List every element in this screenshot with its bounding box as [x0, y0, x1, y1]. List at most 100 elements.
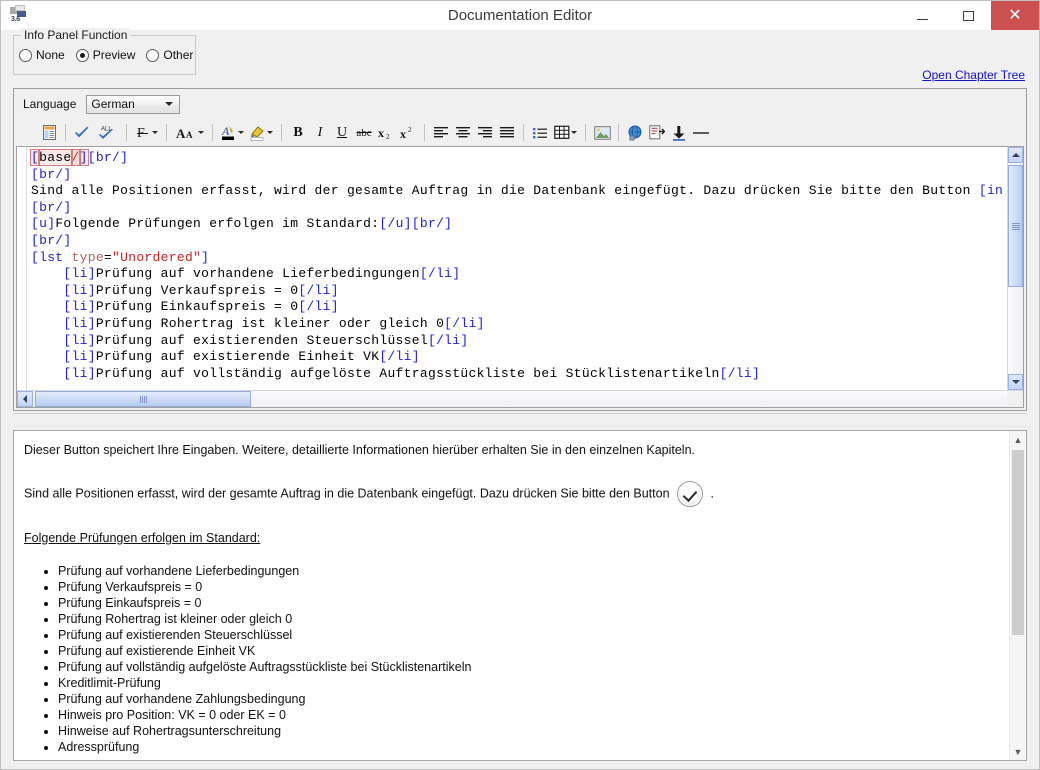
align-right-icon[interactable]: [474, 122, 496, 143]
superscript-icon[interactable]: x 2: [397, 122, 419, 143]
code-token: Prüfung auf vollständig aufgelöste Auftr…: [95, 365, 720, 381]
subscript-icon[interactable]: x 2: [375, 122, 397, 143]
insert-link-icon[interactable]: [624, 122, 646, 143]
close-icon: ✕: [1008, 6, 1022, 24]
font-icon[interactable]: F: [132, 122, 154, 143]
client-area: Info Panel Function None Preview Other O…: [1, 28, 1039, 769]
panel-splitter[interactable]: [13, 413, 1027, 427]
radio-option-preview[interactable]: Preview: [75, 48, 135, 62]
code-hscroll-thumb[interactable]: [35, 391, 251, 407]
code-vscroll-track[interactable]: [1008, 163, 1023, 374]
code-token: [/li]: [419, 266, 461, 282]
radio-icon-none: [19, 48, 32, 62]
preview-paragraph-2: Sind alle Positionen erfasst, wird der g…: [24, 481, 995, 508]
code-token: [li]: [63, 266, 96, 282]
radio-icon-preview: [75, 48, 89, 62]
font-size-icon[interactable]: A A: [172, 122, 200, 143]
preview-vertical-scrollbar[interactable]: ▲ ▼: [1009, 431, 1026, 760]
bullet-list-icon[interactable]: [529, 122, 551, 143]
minimize-icon: [916, 18, 928, 20]
svg-text:A: A: [221, 124, 230, 138]
preview-vscroll-thumb[interactable]: [1012, 450, 1024, 635]
document-properties-icon[interactable]: [38, 122, 60, 143]
code-text-area[interactable]: [base/][br/] [br/] Sind alle Positionen er…: [27, 147, 1007, 390]
code-token: [lst: [31, 249, 72, 265]
italic-icon[interactable]: I: [309, 122, 331, 143]
code-token: [/li]: [427, 332, 469, 348]
font-color-icon[interactable]: A: [218, 122, 240, 143]
code-horizontal-scrollbar[interactable]: [17, 390, 1023, 407]
svg-text:x: x: [378, 126, 384, 140]
code-main: [base/][br/] [br/] Sind alle Positionen er…: [17, 147, 1023, 390]
spellcheck-all-icon[interactable]: ALL: [93, 122, 121, 143]
spellcheck-icon[interactable]: [71, 122, 93, 143]
code-token: [: [29, 149, 41, 166]
underline-icon[interactable]: U: [331, 122, 353, 143]
code-line: [u]Folgende Prüfungen erfolgen im Standa…: [31, 216, 1007, 233]
align-justify-icon[interactable]: [496, 122, 518, 143]
radio-option-none[interactable]: None: [19, 48, 65, 62]
radio-label-other: Other: [163, 48, 194, 62]
align-left-icon[interactable]: [430, 122, 452, 143]
scroll-up-button[interactable]: [1008, 147, 1023, 163]
editor-panel: Language German ALL F A A A B I U abc x …: [13, 88, 1027, 411]
list-item: Hinweise auf Rohertragsunterschreitung: [58, 723, 995, 739]
code-line: [li]Prüfung Rohertrag ist kleiner oder g…: [31, 316, 1007, 333]
code-vertical-scrollbar[interactable]: [1007, 147, 1023, 390]
code-vscroll-thumb[interactable]: [1008, 165, 1023, 287]
code-token: [li]: [63, 299, 96, 315]
language-row: Language German: [14, 89, 1026, 119]
code-token: Prüfung auf existierenden Steuerschlüsse…: [95, 332, 428, 348]
code-token: Prüfung Verkaufspreis = 0: [95, 282, 299, 298]
code-line: [br/]: [31, 167, 1007, 184]
scroll-down-button[interactable]: [1008, 374, 1023, 390]
code-token: Prüfung auf existierende Einheit VK: [95, 349, 380, 365]
top-strip: Info Panel Function None Preview Other O…: [1, 28, 1039, 88]
italic-label: I: [317, 124, 323, 140]
anchor-icon[interactable]: [668, 122, 690, 143]
preview-bullet-list: Prüfung auf vorhandene Lieferbedingungen…: [24, 563, 995, 755]
code-token: [/u]: [379, 216, 412, 232]
chevron-left-icon: [23, 395, 27, 403]
formatting-toolbar: ALL F A A A B I U abc x 2 x 2: [14, 119, 1026, 146]
grip-icon: [139, 395, 147, 403]
code-token: [/li]: [298, 282, 339, 298]
source-code-editor[interactable]: [base/][br/] [br/] Sind alle Positionen er…: [16, 146, 1024, 408]
highlight-color-icon[interactable]: [247, 122, 269, 143]
chevron-down-icon: [1011, 380, 1020, 384]
code-line: [base/][br/]: [29, 149, 1007, 167]
preview-scroll-down-button[interactable]: ▼: [1010, 743, 1026, 760]
svg-text:x: x: [400, 127, 406, 141]
table-icon[interactable]: [551, 122, 573, 143]
insert-image-icon[interactable]: [591, 122, 613, 143]
code-token: [li]: [63, 332, 96, 348]
code-line: [li]Prüfung auf existierenden Steuerschl…: [31, 333, 1007, 350]
radio-option-other[interactable]: Other: [146, 48, 193, 62]
preview-vscroll-track[interactable]: [1010, 448, 1026, 743]
code-hscroll-track[interactable]: [33, 391, 1007, 407]
scroll-left-button[interactable]: [17, 391, 33, 407]
code-line: [li]Prüfung Verkaufspreis = 0[/li]: [31, 283, 1007, 300]
checkmark-circle-icon: [677, 481, 704, 508]
maximize-button[interactable]: [945, 1, 991, 30]
list-item: Adressprüfung: [58, 739, 995, 755]
preview-paragraph-1: Dieser Button speichert Ihre Eingaben. W…: [24, 443, 696, 457]
language-select[interactable]: German: [86, 94, 181, 114]
preview-scroll-up-button[interactable]: ▲: [1010, 431, 1026, 448]
bold-icon[interactable]: B: [287, 122, 309, 143]
horizontal-rule-icon[interactable]: [690, 122, 712, 143]
app-version-badge: 3.6: [11, 16, 20, 23]
minimize-button[interactable]: [899, 1, 945, 30]
svg-text:A: A: [176, 126, 186, 141]
close-button[interactable]: ✕: [991, 1, 1039, 30]
strikethrough-icon[interactable]: abc: [353, 122, 375, 143]
toolbar-separator: [281, 124, 282, 141]
open-chapter-tree-link[interactable]: Open Chapter Tree: [922, 68, 1025, 82]
code-token: [br/]: [31, 199, 72, 215]
insert-reference-icon[interactable]: [646, 122, 668, 143]
code-token: /: [70, 149, 81, 166]
code-token: [/li]: [298, 299, 339, 315]
align-center-icon[interactable]: [452, 122, 474, 143]
documentation-editor-window: 3.6 Documentation Editor ✕ Info Panel Fu…: [0, 0, 1040, 770]
code-token: [br/]: [31, 232, 72, 248]
